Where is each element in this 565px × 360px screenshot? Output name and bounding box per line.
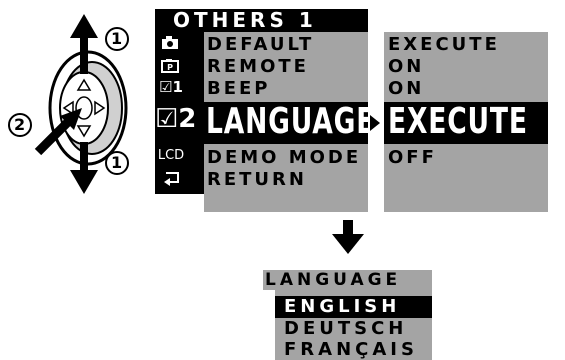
value-remote[interactable]: ON bbox=[388, 56, 424, 77]
value-default[interactable]: EXECUTE bbox=[388, 34, 500, 55]
menu-item-language[interactable]: LANGUAGE bbox=[206, 101, 375, 142]
arrow-up-icon bbox=[70, 14, 98, 38]
language-menu-title: LANGUAGE bbox=[265, 270, 402, 290]
menu-item-remote[interactable]: REMOTE bbox=[207, 56, 309, 77]
language-option-deutsch[interactable]: DEUTSCH bbox=[284, 318, 407, 339]
menu-item-default[interactable]: DEFAULT bbox=[207, 34, 314, 55]
label-press: 2 bbox=[14, 115, 26, 134]
value-demo-mode[interactable]: OFF bbox=[388, 147, 437, 168]
return-icon[interactable] bbox=[162, 168, 182, 188]
value-beep[interactable]: ON bbox=[388, 78, 424, 99]
menu-item-return[interactable]: RETURN bbox=[207, 169, 307, 190]
menu-item-demo-mode[interactable]: DEMO MODE bbox=[207, 147, 361, 168]
value-language[interactable]: EXECUTE bbox=[388, 101, 528, 142]
menu-item-beep[interactable]: BEEP bbox=[207, 78, 271, 99]
camera-icon[interactable] bbox=[160, 35, 180, 51]
selection-pointer-icon bbox=[370, 115, 380, 131]
language-option-english[interactable]: ENGLISH bbox=[284, 296, 400, 317]
svg-text:P: P bbox=[167, 63, 173, 72]
down-arrow-icon bbox=[332, 220, 364, 254]
tab-setup-2[interactable]: ☑2 bbox=[155, 104, 196, 134]
tab-lcd[interactable]: LCD bbox=[156, 148, 186, 163]
tab-setup-1[interactable]: ☑1 bbox=[157, 78, 185, 96]
label-down: 1 bbox=[111, 153, 123, 172]
language-option-francais[interactable]: FRANÇAIS bbox=[284, 339, 418, 360]
control-dial-diagram bbox=[8, 14, 129, 194]
arrow-down-icon bbox=[70, 170, 98, 194]
label-up: 1 bbox=[111, 29, 123, 48]
menu-title: OTHERS 1 bbox=[173, 8, 317, 32]
playback-icon[interactable]: P bbox=[160, 58, 180, 74]
